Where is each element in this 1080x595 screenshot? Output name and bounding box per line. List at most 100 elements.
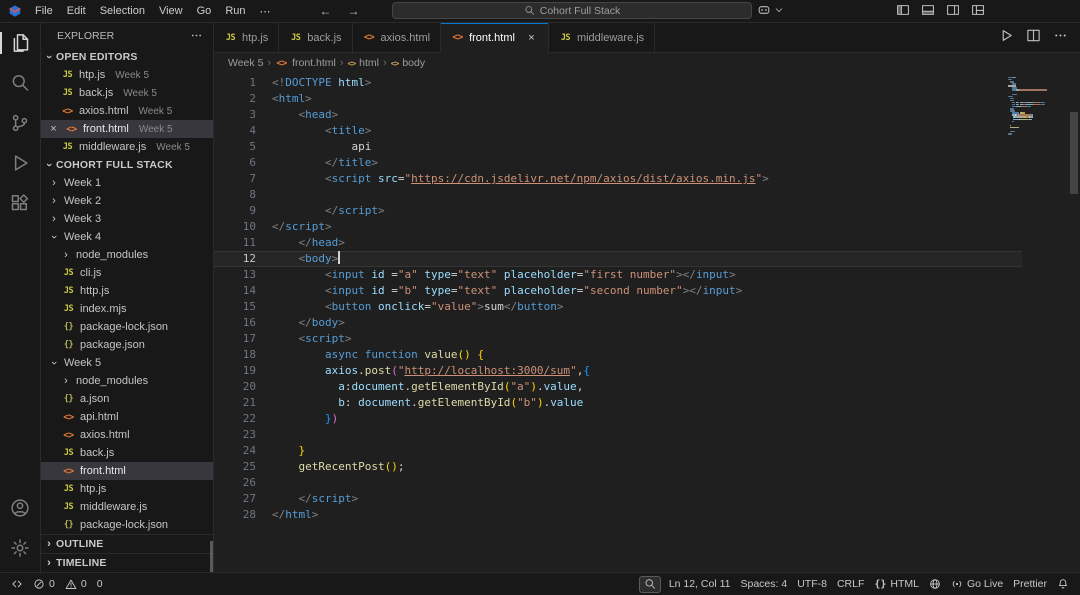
folder-Week 1[interactable]: › Week 1 [41,174,213,192]
file-package-lock.json[interactable]: {} package-lock.json [41,516,213,534]
status-notifications[interactable] [1052,573,1074,595]
activity-source-control[interactable] [0,103,40,143]
code-line-14[interactable]: 14 <input id ="b" type="text" placeholde… [214,283,1022,299]
editor[interactable]: 1 <!DOCTYPE html> 2 <html> 3 <head> 4 <title>… [214,73,1080,572]
line-number[interactable]: 22 [214,411,256,427]
line-number[interactable]: 21 [214,395,256,411]
line-number[interactable]: 9 [214,203,256,219]
line-number[interactable]: 13 [214,267,256,283]
line-number[interactable]: 25 [214,459,256,475]
tab-middleware.js[interactable]: JS middleware.js [548,23,656,52]
outline-header[interactable]: › OUTLINE [41,534,213,553]
file-index.mjs[interactable]: JS index.mjs [41,300,213,318]
code-line-11[interactable]: 11 </head> [214,235,1022,251]
status-language-mode[interactable]: {} HTML [869,573,924,595]
line-number[interactable]: 15 [214,299,256,315]
menu-more[interactable]: ⋯ [253,4,278,19]
line-number[interactable]: 4 [214,123,256,139]
forward-arrow-icon[interactable]: → [348,4,360,18]
folder-node_modules[interactable]: › node_modules [41,246,213,264]
breadcrumb-item[interactable]: Week 5 [228,57,263,69]
toggle-primary-sidebar-button[interactable] [896,3,910,17]
line-number[interactable]: 8 [214,187,256,203]
file-middleware.js[interactable]: JS middleware.js [41,498,213,516]
status-encoding[interactable]: UTF-8 [792,573,832,595]
code-line-10[interactable]: 10 </script> [214,219,1022,235]
copilot-icon[interactable] [757,3,771,17]
folder-Week 4[interactable]: › Week 4 [41,228,213,246]
tab-axios.html[interactable]: <> axios.html [352,23,442,52]
status-errors[interactable]: 0 [28,573,60,595]
line-number[interactable]: 3 [214,107,256,123]
file-htp.js[interactable]: JS htp.js [41,480,213,498]
code-line-7[interactable]: 7 <script src="https://cdn.jsdelivr.net/… [214,171,1022,187]
code-line-15[interactable]: 15 <button onclick="value">sum</button> [214,299,1022,315]
more-actions-button[interactable] [1053,28,1068,48]
code-line-5[interactable]: 5 api [214,139,1022,155]
breadcrumb-item[interactable]: <> html [348,57,379,69]
line-number[interactable]: 27 [214,491,256,507]
menu-edit[interactable]: Edit [60,4,93,18]
folder-Week 3[interactable]: › Week 3 [41,210,213,228]
code-line-1[interactable]: 1 <!DOCTYPE html> [214,75,1022,91]
line-number[interactable]: 26 [214,475,256,491]
menu-selection[interactable]: Selection [93,4,152,18]
open-editor-front.html[interactable]: × <> front.html Week 5 [41,120,213,138]
status-indentation[interactable]: Spaces: 4 [736,573,793,595]
open-editors-header[interactable]: › OPEN EDITORS [41,48,213,66]
code-line-18[interactable]: 18 async function value() { [214,347,1022,363]
code-line-23[interactable]: 23 [214,427,1022,443]
editor-scrollbar[interactable] [1070,112,1078,194]
status-prettier[interactable]: Prettier [1008,573,1052,595]
status-counter[interactable]: 0 [92,573,108,595]
file-cli.js[interactable]: JS cli.js [41,264,213,282]
code-line-2[interactable]: 2 <html> [214,91,1022,107]
status-warnings[interactable]: 0 [60,573,92,595]
code-line-27[interactable]: 27 </script> [214,491,1022,507]
menu-go[interactable]: Go [190,4,219,18]
customize-layout-button[interactable] [971,3,985,17]
open-editor-axios.html[interactable]: <> axios.html Week 5 [41,102,213,120]
menu-file[interactable]: File [28,4,60,18]
code-line-20[interactable]: 20 a:document.getElementById("a").value, [214,379,1022,395]
code-line-13[interactable]: 13 <input id ="a" type="text" placeholde… [214,267,1022,283]
code-line-8[interactable]: 8 [214,187,1022,203]
status-browser-preview[interactable] [924,573,946,595]
status-go-live[interactable]: Go Live [946,573,1008,595]
activity-extensions[interactable] [0,183,40,223]
activity-search[interactable] [0,63,40,103]
code-line-17[interactable]: 17 <script> [214,331,1022,347]
line-number[interactable]: 5 [214,139,256,155]
menu-view[interactable]: View [152,4,190,18]
folder-Week 2[interactable]: › Week 2 [41,192,213,210]
sidebar-scrollbar[interactable] [210,541,213,572]
code-line-12[interactable]: 12 <body> [214,251,1022,267]
file-front.html[interactable]: <> front.html [41,462,213,480]
line-number[interactable]: 11 [214,235,256,251]
line-number[interactable]: 1 [214,75,256,91]
status-eol[interactable]: CRLF [832,573,869,595]
code-line-19[interactable]: 19 axios.post("http://localhost:3000/sum… [214,363,1022,379]
file-axios.html[interactable]: <> axios.html [41,426,213,444]
code-line-25[interactable]: 25 getRecentPost(); [214,459,1022,475]
line-number[interactable]: 10 [214,219,256,235]
tab-front.html[interactable]: <> front.html × [441,23,549,53]
code-line-28[interactable]: 28 </html> [214,507,1022,523]
tab-htp.js[interactable]: JS htp.js [214,23,280,52]
code-line-3[interactable]: 3 <head> [214,107,1022,123]
activity-accounts[interactable] [0,488,40,528]
activity-run-and-debug[interactable] [0,143,40,183]
file-api.html[interactable]: <> api.html [41,408,213,426]
chevron-down-icon[interactable] [774,5,784,15]
toggle-secondary-sidebar-button[interactable] [946,3,960,17]
line-number[interactable]: 2 [214,91,256,107]
file-package-lock.json[interactable]: {} package-lock.json [41,318,213,336]
line-number[interactable]: 18 [214,347,256,363]
workspace-header[interactable]: › COHORT FULL STACK [41,156,213,174]
close-icon[interactable]: × [525,32,538,44]
code-line-22[interactable]: 22 }) [214,411,1022,427]
line-number[interactable]: 20 [214,379,256,395]
split-editor-button[interactable] [1026,28,1041,48]
line-number[interactable]: 28 [214,507,256,523]
open-editor-htp.js[interactable]: JS htp.js Week 5 [41,66,213,84]
